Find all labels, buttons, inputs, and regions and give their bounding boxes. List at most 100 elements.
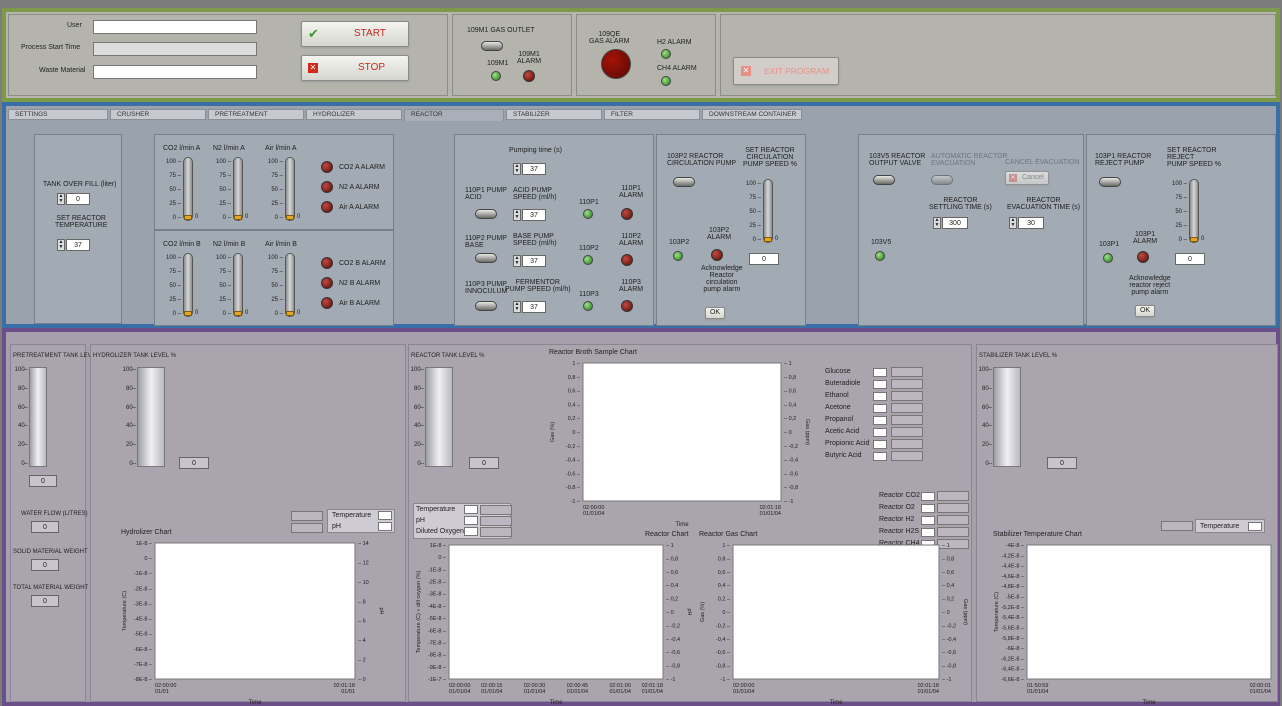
- y-tick-label: -0,6 –: [716, 650, 731, 656]
- p2-alarm-label: 110P2 ALARM: [619, 233, 644, 247]
- tab-downstream-container[interactable]: DOWNSTREAM CONTAINER: [702, 109, 802, 120]
- gauge-tick: 0 –: [752, 237, 761, 243]
- ferm-speed-value[interactable]: 37: [522, 301, 546, 313]
- pumping-time-spinner[interactable]: ▲ ▼: [513, 163, 521, 175]
- tank-tick: 40–: [125, 423, 136, 430]
- y-tick-label: 1E-8 –: [430, 543, 447, 549]
- y-axis-label: Gas (%): [550, 422, 556, 442]
- legend-temperature-swatch[interactable]: [1248, 522, 1262, 531]
- tab-reactor[interactable]: REACTOR: [404, 109, 504, 121]
- tank-tick: 80–: [125, 385, 136, 392]
- set-temp-value[interactable]: 37: [66, 239, 90, 251]
- gauge-tick: 50 –: [271, 187, 283, 193]
- co2b-alarm-led: [321, 257, 333, 269]
- exit-panel: ✕ EXIT PROGRAM: [720, 14, 1276, 96]
- rej-speed-slider[interactable]: [1189, 179, 1199, 243]
- tab-pretreatment[interactable]: PRETREATMENT: [208, 109, 304, 120]
- tab-hydrolizer[interactable]: HYDROLIZER: [306, 109, 402, 120]
- pumping-time-value[interactable]: 37: [522, 163, 546, 175]
- rea-do-value: [480, 527, 512, 537]
- circ-pump-toggle[interactable]: [673, 177, 695, 187]
- slider-thumb[interactable]: [234, 215, 242, 220]
- gas-outlet-toggle[interactable]: [481, 41, 503, 51]
- plot-area: [448, 544, 664, 680]
- set-rej-label: SET REACTOR REJECT PUMP SPEED %: [1167, 147, 1221, 168]
- circ-speed-slider[interactable]: [763, 179, 773, 243]
- overfill-value[interactable]: 0: [66, 193, 90, 205]
- ack-rej-label: Acknowledge reactor reject pump alarm: [1129, 275, 1171, 296]
- y2-tick-label: – 2: [358, 658, 366, 664]
- waste-input[interactable]: [93, 65, 257, 79]
- p3-innoculum-toggle[interactable]: [475, 301, 497, 311]
- gauge-tick: 100 –: [165, 255, 181, 261]
- aira-slider[interactable]: [285, 157, 295, 221]
- v5-valve-toggle[interactable]: [873, 175, 895, 185]
- y-tick-label: -1E-8 –: [134, 571, 153, 577]
- x-tick-label: 01/01/04: [1027, 689, 1048, 695]
- settle-value[interactable]: 300: [942, 217, 968, 229]
- p2-led: [583, 255, 593, 265]
- ack-rej-ok-button[interactable]: OK: [1135, 305, 1155, 317]
- slider-thumb[interactable]: [1190, 237, 1198, 242]
- overfill-spinner[interactable]: ▲ ▼: [57, 193, 65, 205]
- evac-value[interactable]: 30: [1018, 217, 1044, 229]
- start-button[interactable]: ✔ START: [301, 21, 409, 47]
- m1-label: 109M1: [487, 60, 509, 67]
- acid-speed-value[interactable]: 37: [522, 209, 546, 221]
- slider-thumb[interactable]: [764, 237, 772, 242]
- y2-tick-label: – 0,8: [666, 556, 678, 562]
- ferm-speed-spinner[interactable]: ▲ ▼: [513, 301, 521, 313]
- p1-acid-toggle[interactable]: [475, 209, 497, 219]
- settle-spinner[interactable]: ▲ ▼: [933, 217, 941, 229]
- rej-speed-value[interactable]: 0: [1175, 253, 1205, 265]
- evac-spinner[interactable]: ▲ ▼: [1009, 217, 1017, 229]
- legend-temperature-swatch[interactable]: [464, 505, 478, 514]
- gauge-tick: 0 –: [172, 215, 181, 221]
- base-speed-value[interactable]: 37: [522, 255, 546, 267]
- co2b-slider[interactable]: [183, 253, 193, 317]
- slider-thumb[interactable]: [184, 215, 192, 220]
- exit-program-button[interactable]: ✕ EXIT PROGRAM: [733, 57, 839, 85]
- tab-filter[interactable]: FILTER: [604, 109, 700, 120]
- n2b-slider[interactable]: [233, 253, 243, 317]
- legend-ph-swatch[interactable]: [464, 516, 478, 525]
- stop-button[interactable]: ✕ STOP: [301, 55, 409, 81]
- legend-temperature-swatch[interactable]: [378, 511, 392, 520]
- n2a-slider[interactable]: [233, 157, 243, 221]
- y-tick-label: 0,8 –: [568, 375, 581, 381]
- airb-slider[interactable]: [285, 253, 295, 317]
- set-temp-spinner[interactable]: ▲ ▼: [57, 239, 65, 251]
- slider-thumb[interactable]: [286, 311, 294, 316]
- legend-ph-swatch[interactable]: [378, 522, 392, 531]
- tank-tick: 100–: [410, 367, 424, 373]
- slider-thumb[interactable]: [286, 215, 294, 220]
- auto-evac-toggle[interactable]: [931, 175, 953, 185]
- hyd-ph-value: [291, 523, 323, 533]
- co2a-slider[interactable]: [183, 157, 193, 221]
- tab-stabilizer[interactable]: STABILIZER: [506, 109, 602, 120]
- p1-led: [583, 209, 593, 219]
- slider-thumb[interactable]: [184, 311, 192, 316]
- p2-base-toggle[interactable]: [475, 253, 497, 263]
- gauge-tick: 75 –: [219, 173, 231, 179]
- gas-chart: 1 – 0,8 – 0,6 – 0,4 – 0,2 – 0 – -0,2 – -0,4 – -0…: [700, 543, 968, 705]
- user-input[interactable]: [93, 20, 257, 34]
- gauge-zero: 0: [195, 214, 199, 220]
- x-icon: ✕: [308, 63, 318, 73]
- y-tick-label: -0,2 –: [716, 623, 731, 629]
- user-panel: User Process Start Time Waste Material ✔…: [8, 14, 448, 96]
- acid-speed-spinner[interactable]: ▲ ▼: [513, 209, 521, 221]
- rej-pump-toggle[interactable]: [1099, 177, 1121, 187]
- m1-led: [491, 71, 501, 81]
- gas-legend-item: Reactor CO2: [877, 491, 973, 503]
- tab-settings[interactable]: SETTINGS: [8, 109, 108, 120]
- circ-speed-value[interactable]: 0: [749, 253, 779, 265]
- legend-do-swatch[interactable]: [464, 527, 478, 536]
- slider-thumb[interactable]: [234, 311, 242, 316]
- gauge-tick: 100 –: [215, 255, 231, 261]
- cancel-evac-button[interactable]: ✕ Cancel: [1005, 171, 1049, 185]
- ack-circ-ok-button[interactable]: OK: [705, 307, 725, 319]
- tab-crusher[interactable]: CRUSHER: [110, 109, 206, 120]
- y2-tick-label: – 0,6: [784, 389, 796, 395]
- base-speed-spinner[interactable]: ▲ ▼: [513, 255, 521, 267]
